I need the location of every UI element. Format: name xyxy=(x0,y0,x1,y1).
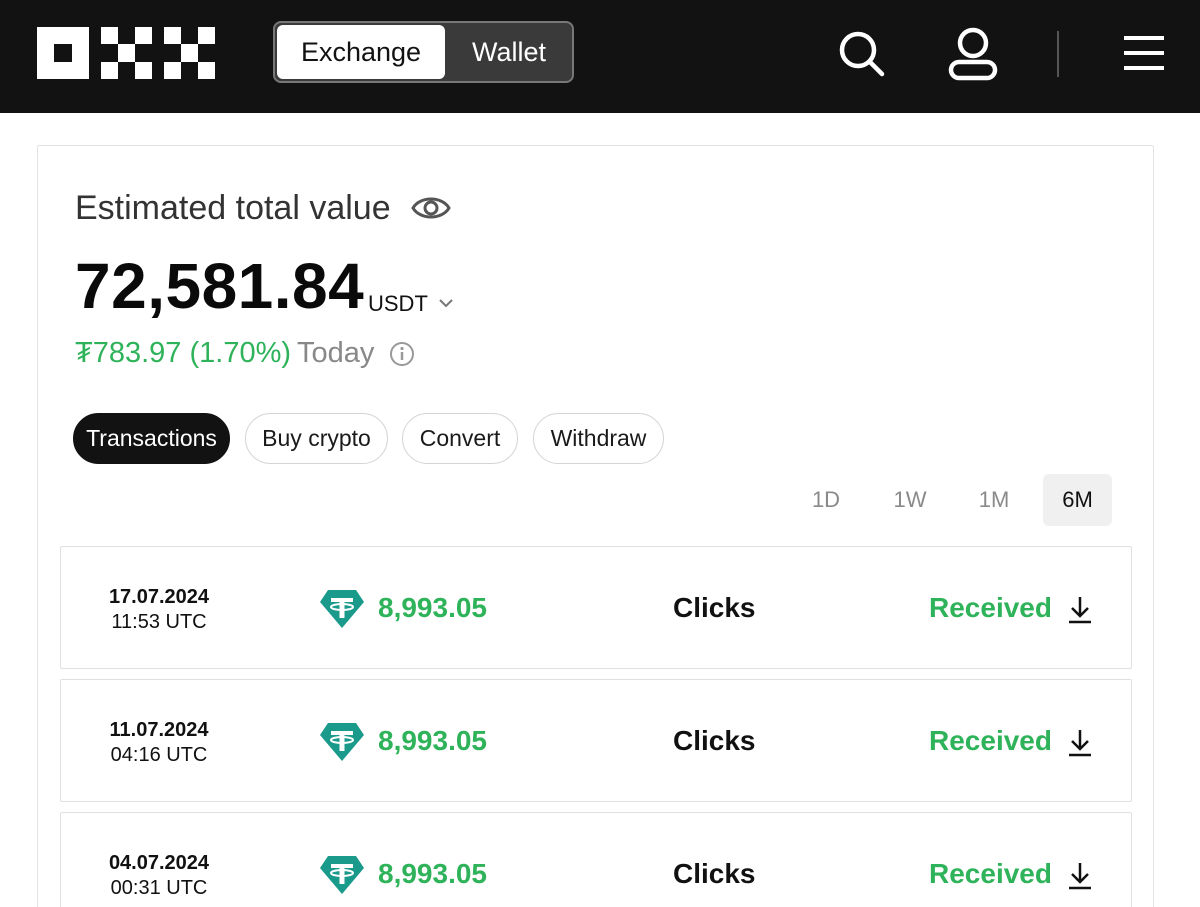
tab-exchange[interactable]: Exchange xyxy=(277,25,445,79)
buy-crypto-button[interactable]: Buy crypto xyxy=(245,413,388,464)
total-value: 72,581.84 xyxy=(75,250,365,322)
transaction-amount: 8,993.05 xyxy=(378,725,487,756)
daily-change: ₮783.97 (1.70%) xyxy=(75,337,292,369)
download-arrow-icon xyxy=(1069,730,1091,757)
chevron-down-icon[interactable] xyxy=(437,296,455,310)
eye-icon[interactable] xyxy=(411,191,451,225)
transaction-source: Clicks xyxy=(673,592,756,623)
transaction-date: 11.07.2024 xyxy=(109,719,209,741)
transaction-status: Received xyxy=(929,858,1052,889)
menu-icon[interactable] xyxy=(1122,34,1166,72)
tab-wallet[interactable]: Wallet xyxy=(445,23,572,81)
info-icon[interactable] xyxy=(389,341,415,367)
transaction-status: Received xyxy=(929,592,1052,623)
range-6m[interactable]: 6M xyxy=(1043,474,1112,526)
transaction-row[interactable]: 04.07.2024 00:31 UTC 8,993.05 Clicks Rec… xyxy=(60,812,1132,907)
currency-selector-label[interactable]: USDT xyxy=(368,290,428,318)
transactions-button[interactable]: Transactions xyxy=(73,413,230,464)
change-period-label: Today xyxy=(297,337,375,369)
withdraw-button[interactable]: Withdraw xyxy=(533,413,664,464)
transaction-row[interactable]: 17.07.2024 11:53 UTC 8,993.05 Clicks Rec… xyxy=(60,546,1132,669)
transaction-status: Received xyxy=(929,725,1052,756)
tether-icon xyxy=(320,590,364,628)
transaction-date: 04.07.2024 xyxy=(108,852,210,874)
range-1w[interactable]: 1W xyxy=(878,474,942,526)
transaction-amount: 8,993.05 xyxy=(378,858,487,889)
okx-logo-icon[interactable] xyxy=(37,27,215,79)
tether-icon xyxy=(320,723,364,761)
transaction-time: 04:16 UTC xyxy=(110,744,208,766)
exchange-wallet-toggle: Exchange Wallet xyxy=(273,21,574,83)
transaction-time: 11:53 UTC xyxy=(111,611,207,633)
transaction-row[interactable]: 11.07.2024 04:16 UTC 8,993.05 Clicks Rec… xyxy=(60,679,1132,802)
search-icon[interactable] xyxy=(837,29,887,79)
range-1m[interactable]: 1M xyxy=(962,474,1026,526)
transaction-time: 00:31 UTC xyxy=(110,877,208,899)
range-1d[interactable]: 1D xyxy=(796,474,856,526)
download-arrow-icon xyxy=(1069,863,1091,890)
transaction-source: Clicks xyxy=(673,725,756,756)
tether-icon xyxy=(320,856,364,894)
convert-button[interactable]: Convert xyxy=(402,413,518,464)
transaction-source: Clicks xyxy=(673,858,756,889)
estimated-total-label: Estimated total value xyxy=(75,189,391,227)
transaction-amount: 8,993.05 xyxy=(378,592,487,623)
download-arrow-icon xyxy=(1069,597,1091,624)
transaction-date: 17.07.2024 xyxy=(108,586,210,608)
user-icon[interactable] xyxy=(946,26,1000,82)
top-bar: Exchange Wallet xyxy=(0,0,1200,113)
header-divider xyxy=(1057,31,1059,77)
